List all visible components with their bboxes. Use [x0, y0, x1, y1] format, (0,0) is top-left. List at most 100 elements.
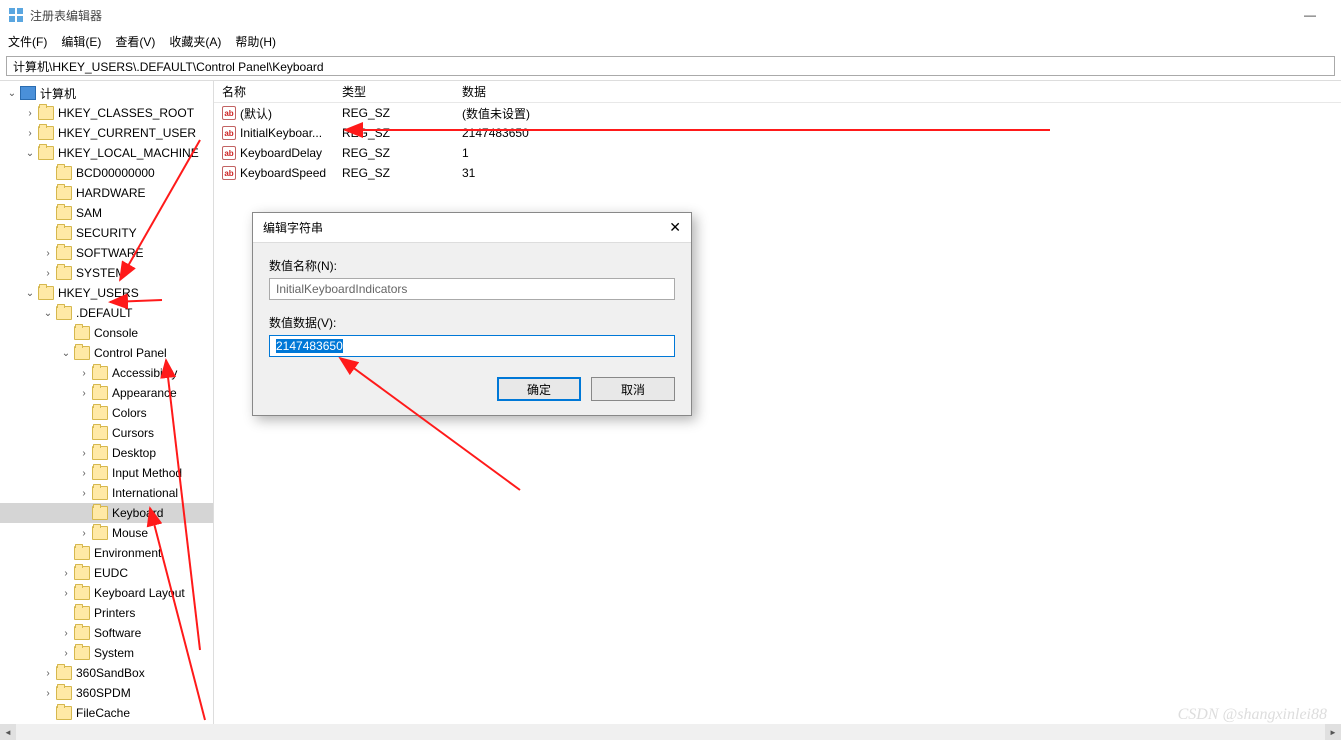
tree-item-console[interactable]: Console: [0, 323, 213, 343]
cell-data: 1: [454, 146, 1341, 160]
chevron-down-icon[interactable]: ⌄: [6, 87, 18, 99]
tree-item-input-method[interactable]: ›Input Method: [0, 463, 213, 483]
chevron-right-icon[interactable]: ›: [78, 367, 90, 379]
tree-item-eudc[interactable]: ›EUDC: [0, 563, 213, 583]
chevron-right-icon[interactable]: ›: [78, 387, 90, 399]
list-row[interactable]: abInitialKeyboar...REG_SZ2147483650: [214, 123, 1341, 143]
scroll-left-icon[interactable]: ◄: [0, 724, 16, 740]
value-data-field[interactable]: 2147483650: [269, 335, 675, 357]
chevron-down-icon[interactable]: ⌄: [42, 307, 54, 319]
tree-item-360sandbox[interactable]: ›360SandBox: [0, 663, 213, 683]
scroll-right-icon[interactable]: ►: [1325, 724, 1341, 740]
minimize-button[interactable]: —: [1287, 0, 1333, 30]
tree-item-control-panel[interactable]: ⌄Control Panel: [0, 343, 213, 363]
tree-item-label: SOFTWARE: [76, 246, 144, 260]
tree-item-hkey-users[interactable]: ⌄HKEY_USERS: [0, 283, 213, 303]
tree-item-label: 计算机: [40, 85, 76, 102]
chevron-right-icon[interactable]: ›: [78, 527, 90, 539]
chevron-right-icon[interactable]: ›: [42, 687, 54, 699]
blank-icon: [60, 607, 72, 619]
list-row[interactable]: abKeyboardSpeedREG_SZ31: [214, 163, 1341, 183]
chevron-right-icon[interactable]: ›: [78, 467, 90, 479]
menu-view[interactable]: 查看(V): [115, 33, 155, 50]
folder-icon: [56, 306, 72, 320]
tree-item-filecache[interactable]: FileCache: [0, 703, 213, 723]
tree-item-360spdm[interactable]: ›360SPDM: [0, 683, 213, 703]
folder-icon: [74, 626, 90, 640]
folder-icon: [74, 646, 90, 660]
tree-item-keyboard[interactable]: Keyboard: [0, 503, 213, 523]
titlebar: 注册表编辑器 —: [0, 0, 1341, 30]
tree-item-hkey-local-machine[interactable]: ⌄HKEY_LOCAL_MACHINE: [0, 143, 213, 163]
tree-item-software[interactable]: ›Software: [0, 623, 213, 643]
cell-name: InitialKeyboar...: [240, 126, 322, 140]
chevron-right-icon[interactable]: ›: [42, 267, 54, 279]
blank-icon: [42, 707, 54, 719]
tree-item-keyboard-layout[interactable]: ›Keyboard Layout: [0, 583, 213, 603]
tree-item-software[interactable]: › SOFTWARE: [0, 243, 213, 263]
list-row[interactable]: ab(默认)REG_SZ(数值未设置): [214, 103, 1341, 123]
tree-item-desktop[interactable]: ›Desktop: [0, 443, 213, 463]
chevron-right-icon[interactable]: ›: [60, 587, 72, 599]
tree-item-label: BCD00000000: [76, 166, 155, 180]
cancel-button[interactable]: 取消: [591, 377, 675, 401]
col-header-name[interactable]: 名称: [214, 83, 334, 100]
tree-item-label: Mouse: [112, 526, 148, 540]
dialog-title-text: 编辑字符串: [263, 219, 323, 236]
chevron-right-icon[interactable]: ›: [42, 247, 54, 259]
tree-item-hkey-current-user[interactable]: ›HKEY_CURRENT_USER: [0, 123, 213, 143]
chevron-down-icon[interactable]: ⌄: [24, 147, 36, 159]
tree-item-system[interactable]: ›System: [0, 643, 213, 663]
string-value-icon: ab: [222, 126, 236, 140]
chevron-right-icon[interactable]: ›: [24, 107, 36, 119]
tree-item--[interactable]: ⌄ 计算机: [0, 83, 213, 103]
chevron-right-icon[interactable]: ›: [60, 567, 72, 579]
address-bar[interactable]: 计算机\HKEY_USERS\.DEFAULT\Control Panel\Ke…: [6, 56, 1335, 76]
list-row[interactable]: abKeyboardDelayREG_SZ1: [214, 143, 1341, 163]
col-header-data[interactable]: 数据: [454, 83, 1341, 100]
chevron-down-icon[interactable]: ⌄: [24, 287, 36, 299]
tree-item-printers[interactable]: Printers: [0, 603, 213, 623]
tree-item-label: Printers: [94, 606, 135, 620]
dialog-titlebar[interactable]: 编辑字符串 ✕: [253, 213, 691, 243]
close-icon[interactable]: ✕: [669, 219, 681, 236]
cell-type: REG_SZ: [334, 146, 454, 160]
menu-favorites[interactable]: 收藏夹(A): [169, 33, 221, 50]
tree-item-sam[interactable]: SAM: [0, 203, 213, 223]
folder-icon: [74, 606, 90, 620]
tree-item-label: Keyboard: [112, 506, 163, 520]
tree-item-international[interactable]: ›International: [0, 483, 213, 503]
string-value-icon: ab: [222, 106, 236, 120]
tree-item-label: Environment: [94, 546, 161, 560]
tree-item-accessibility[interactable]: ›Accessibility: [0, 363, 213, 383]
tree-item-system[interactable]: ›SYSTEM: [0, 263, 213, 283]
menu-edit[interactable]: 编辑(E): [61, 33, 101, 50]
tree-item--default[interactable]: ⌄.DEFAULT: [0, 303, 213, 323]
tree-item-hardware[interactable]: HARDWARE: [0, 183, 213, 203]
tree-item-bcd00000000[interactable]: BCD00000000: [0, 163, 213, 183]
tree-item-mouse[interactable]: › Mouse: [0, 523, 213, 543]
menu-file[interactable]: 文件(F): [8, 33, 47, 50]
tree-item-colors[interactable]: Colors: [0, 403, 213, 423]
ok-button[interactable]: 确定: [497, 377, 581, 401]
chevron-right-icon[interactable]: ›: [60, 627, 72, 639]
folder-icon: [92, 526, 108, 540]
chevron-right-icon[interactable]: ›: [24, 127, 36, 139]
chevron-right-icon[interactable]: ›: [60, 647, 72, 659]
tree-item-appearance[interactable]: ›Appearance: [0, 383, 213, 403]
chevron-down-icon[interactable]: ⌄: [60, 347, 72, 359]
horizontal-scrollbar[interactable]: ◄ ►: [0, 724, 1341, 740]
tree-pane[interactable]: ⌄ 计算机›HKEY_CLASSES_ROOT›HKEY_CURRENT_USER…: [0, 81, 214, 724]
col-header-type[interactable]: 类型: [334, 83, 454, 100]
tree-item-label: FileCache: [76, 706, 130, 720]
chevron-right-icon[interactable]: ›: [78, 447, 90, 459]
edit-string-dialog: 编辑字符串 ✕ 数值名称(N): InitialKeyboardIndicato…: [252, 212, 692, 416]
tree-item-label: SECURITY: [76, 226, 137, 240]
menu-help[interactable]: 帮助(H): [235, 33, 276, 50]
chevron-right-icon[interactable]: ›: [42, 667, 54, 679]
tree-item-cursors[interactable]: Cursors: [0, 423, 213, 443]
chevron-right-icon[interactable]: ›: [78, 487, 90, 499]
tree-item-hkey-classes-root[interactable]: ›HKEY_CLASSES_ROOT: [0, 103, 213, 123]
tree-item-environment[interactable]: Environment: [0, 543, 213, 563]
tree-item-security[interactable]: SECURITY: [0, 223, 213, 243]
